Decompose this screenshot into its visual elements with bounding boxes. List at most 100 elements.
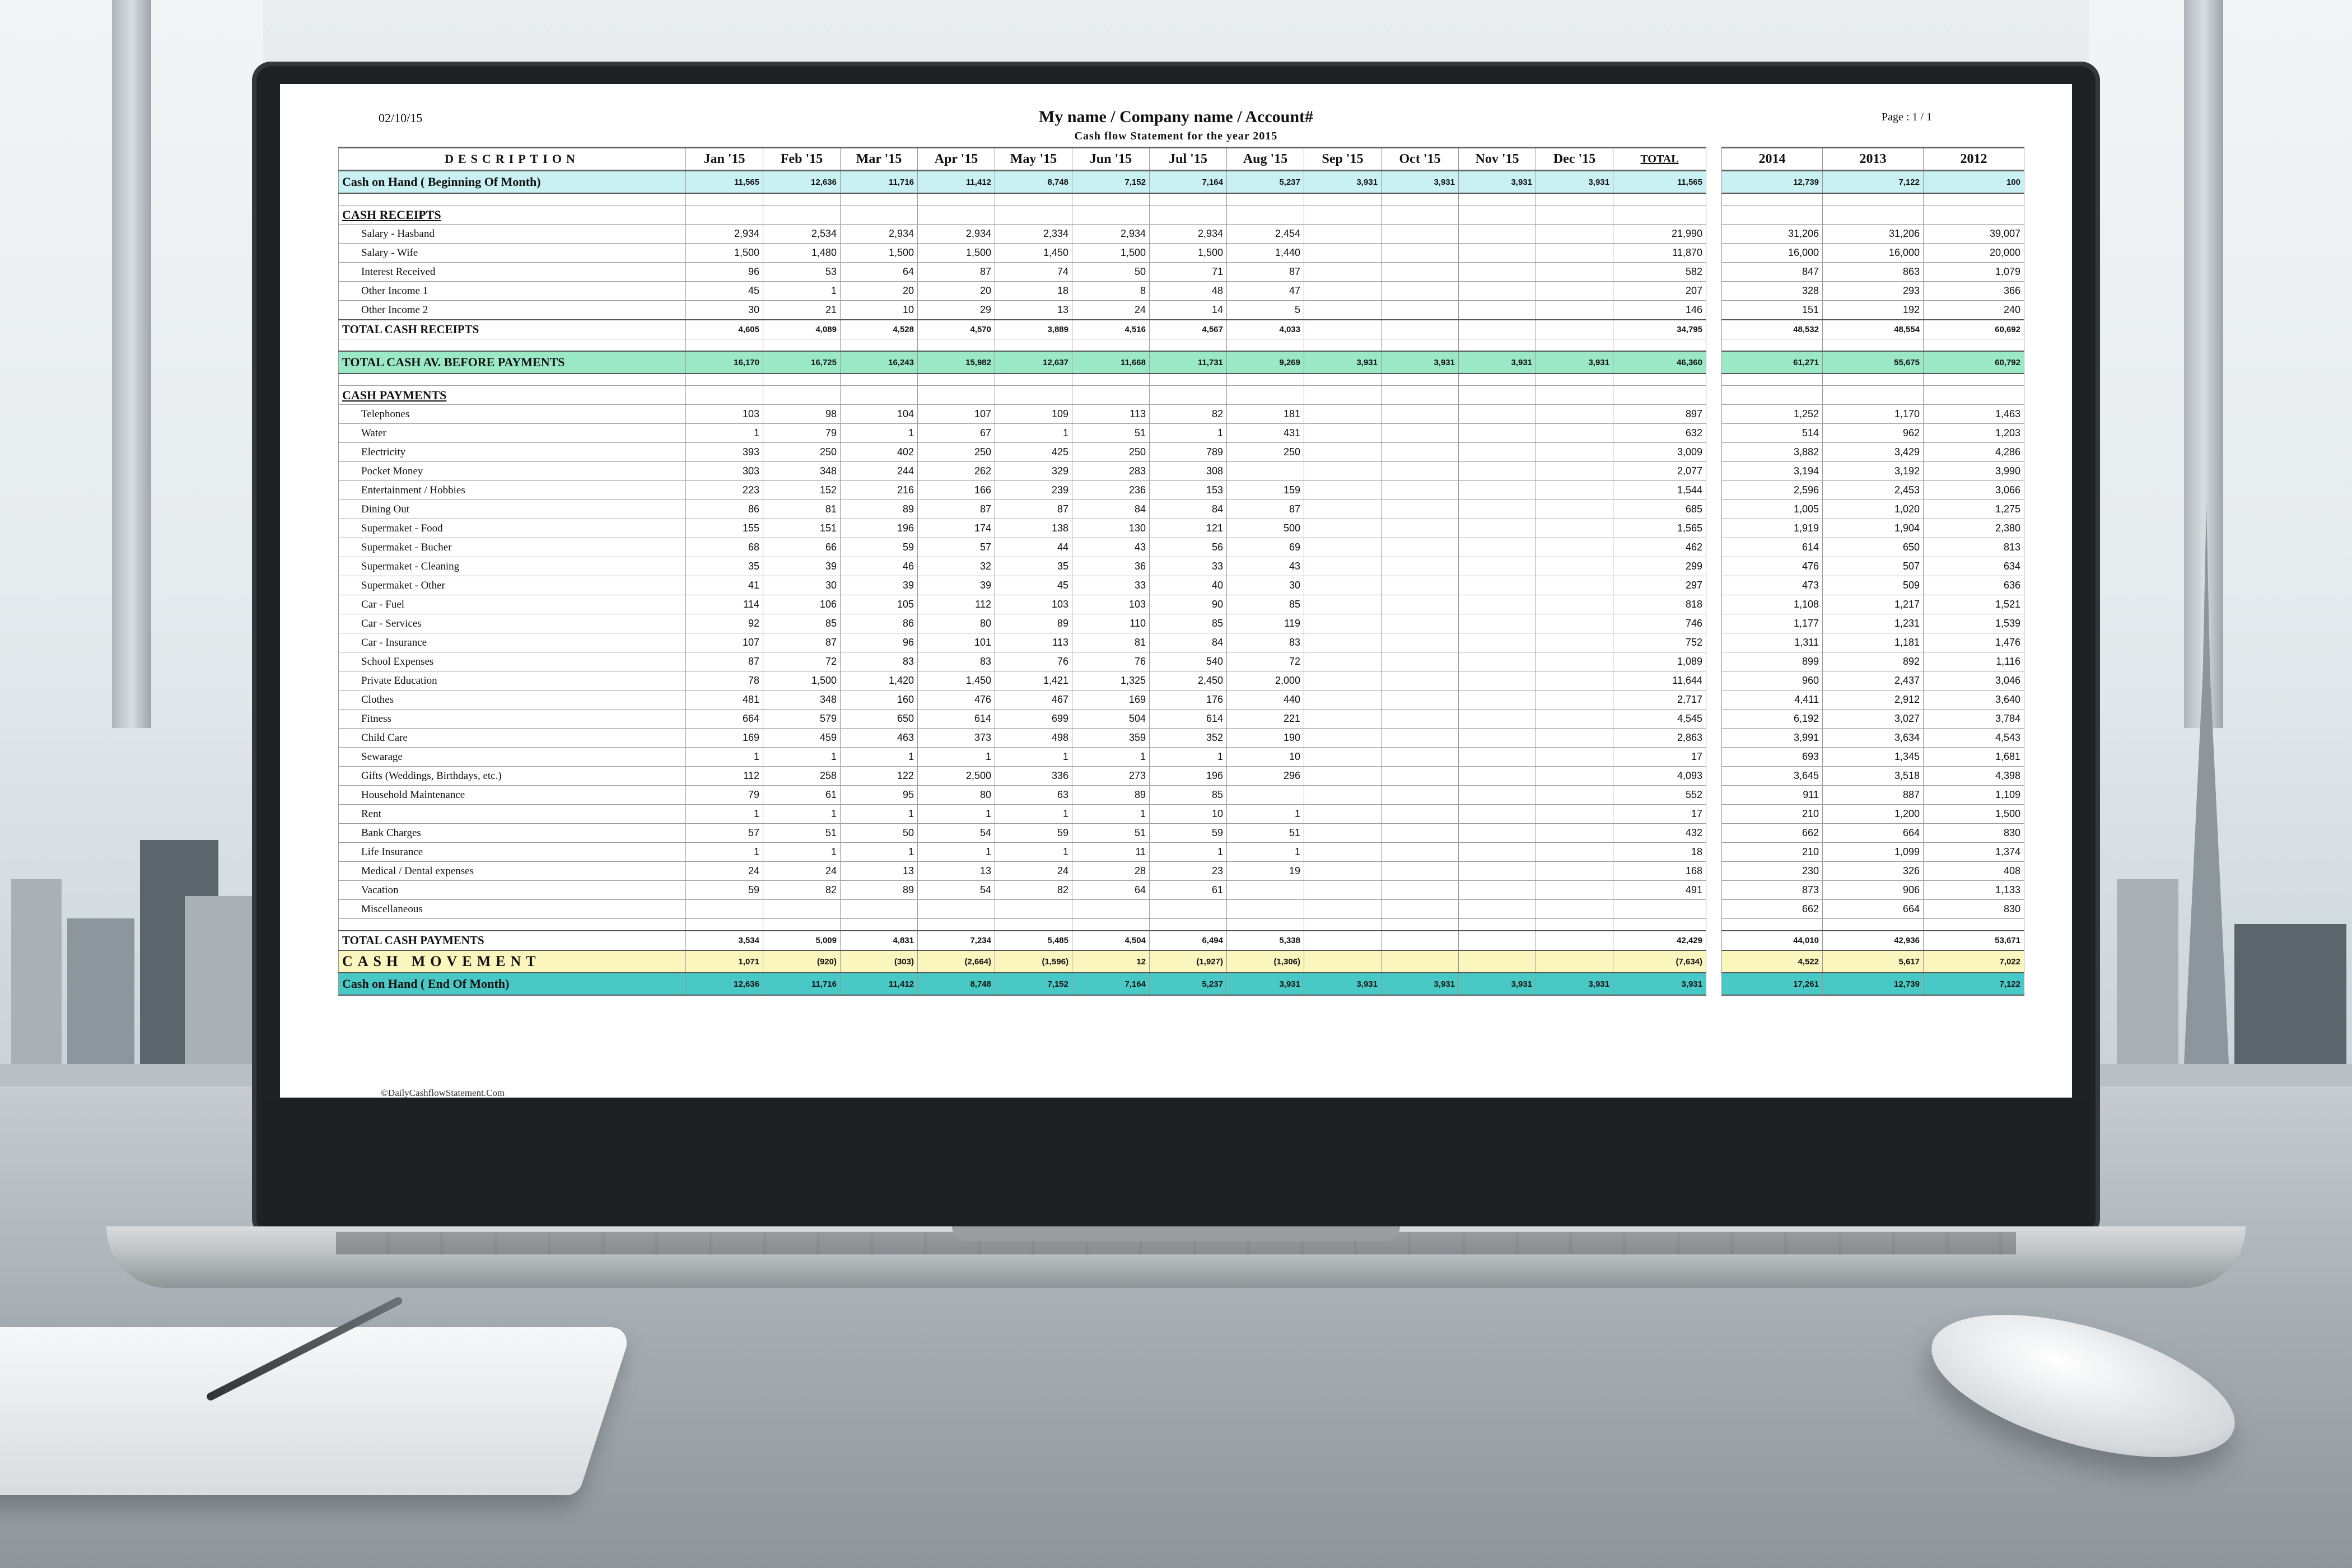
year-value-cell: 3,645 <box>1721 766 1823 786</box>
building <box>2234 924 2346 1064</box>
total-value-cell: 17 <box>1613 747 1706 767</box>
year-value-cell: 1,476 <box>1923 633 2024 652</box>
month-value-cell: 431 <box>1226 423 1304 443</box>
month-value-cell: 41 <box>685 576 763 595</box>
month-value-cell <box>1381 823 1459 843</box>
section-label: CASH RECEIPTS <box>338 205 686 225</box>
year-value-cell: 1,109 <box>1923 785 2024 805</box>
column-gap <box>1706 205 1722 225</box>
spacer-cell <box>1304 339 1382 352</box>
year-value-cell: 892 <box>1822 652 1924 671</box>
month-value-cell: 11,731 <box>1149 351 1227 374</box>
month-value-cell <box>1304 671 1382 690</box>
spacer-cell <box>1381 918 1459 931</box>
row-label: Private Education <box>338 671 686 690</box>
total-value-cell: 462 <box>1613 538 1706 557</box>
month-value-cell: 481 <box>685 690 763 710</box>
month-value-cell: 1 <box>763 842 841 862</box>
month-value-cell: 221 <box>1226 709 1304 729</box>
month-value-cell: 2,454 <box>1226 224 1304 244</box>
month-value-cell: 83 <box>917 652 995 671</box>
month-value-cell <box>1536 671 1613 690</box>
empty-cell <box>763 385 841 405</box>
month-value-cell: 273 <box>1072 766 1150 786</box>
year-value-cell: 514 <box>1721 423 1823 443</box>
empty-cell <box>995 205 1072 225</box>
cash-flow-document: 02/10/15 My name / Company name / Accoun… <box>280 84 2072 1098</box>
row-label: Pocket Money <box>338 461 686 481</box>
month-value-cell: 176 <box>1149 690 1227 710</box>
month-value-cell <box>1536 500 1613 519</box>
month-value-cell: 1,500 <box>1072 243 1150 263</box>
spacer-cell <box>338 918 686 931</box>
year-value-cell: 664 <box>1822 823 1924 843</box>
month-value-cell <box>1381 319 1459 339</box>
row-label: Salary - Hasband <box>338 224 686 244</box>
spacer-cell <box>1923 918 2024 931</box>
month-value-cell: 24 <box>685 861 763 881</box>
month-value-cell <box>1381 747 1459 767</box>
month-value-cell <box>1381 709 1459 729</box>
month-value-cell: 3,931 <box>1536 170 1613 194</box>
month-value-cell <box>1304 804 1382 824</box>
month-value-cell: 2,934 <box>685 224 763 244</box>
month-value-cell: 373 <box>917 728 995 748</box>
month-value-cell: 84 <box>1149 500 1227 519</box>
month-value-cell: 223 <box>685 480 763 500</box>
year-value-cell: 1,108 <box>1721 595 1823 614</box>
month-value-cell: 113 <box>995 633 1072 652</box>
month-value-cell <box>1381 766 1459 786</box>
month-value-cell: 98 <box>763 404 841 424</box>
spacer-cell <box>917 373 995 386</box>
empty-cell <box>685 385 763 405</box>
row-label: Telephones <box>338 404 686 424</box>
row-label: Electricity <box>338 442 686 462</box>
month-value-cell: 1 <box>995 842 1072 862</box>
month-value-cell <box>1536 423 1613 443</box>
column-gap <box>1706 519 1722 538</box>
month-value-cell: 174 <box>917 519 995 538</box>
spacer-cell <box>1613 373 1706 386</box>
month-value-cell <box>1458 614 1536 633</box>
month-value-cell <box>1304 300 1382 320</box>
month-value-cell: 250 <box>917 442 995 462</box>
month-value-cell: 29 <box>917 300 995 320</box>
month-value-cell <box>1304 950 1382 973</box>
month-value-cell <box>1381 785 1459 805</box>
spacer-cell <box>840 373 918 386</box>
spacer-cell <box>917 193 995 206</box>
month-value-cell: 1 <box>763 747 841 767</box>
spacer-cell <box>1149 918 1227 931</box>
month-value-cell: 68 <box>685 538 763 557</box>
year-value-cell: 1,275 <box>1923 500 2024 519</box>
month-value-cell: 12 <box>1072 950 1150 973</box>
spacer-cell <box>1226 193 1304 206</box>
month-value-cell <box>1381 224 1459 244</box>
row-label: Miscellaneous <box>338 899 686 919</box>
month-value-cell <box>763 899 841 919</box>
column-gap <box>1706 500 1722 519</box>
month-value-cell <box>1304 423 1382 443</box>
table-row: Bank Charges 57 51 50 54 59 51 59 51 432 662 664 830 <box>338 823 2024 843</box>
empty-cell <box>1226 205 1304 225</box>
total-value-cell: 34,795 <box>1613 319 1706 339</box>
empty-cell <box>1304 205 1382 225</box>
month-value-cell: (1,306) <box>1226 950 1304 973</box>
spacer-cell <box>1458 373 1536 386</box>
column-gap <box>1706 538 1722 557</box>
month-value-cell <box>1458 690 1536 710</box>
month-value-cell: 3,931 <box>1304 170 1382 194</box>
summary-row: Cash on Hand ( End Of Month) 12,636 11,716… <box>338 972 2024 996</box>
month-value-cell: 1 <box>1226 804 1304 824</box>
month-value-cell <box>1304 690 1382 710</box>
month-value-cell: 51 <box>763 823 841 843</box>
table-row: Dining Out 86 81 89 87 87 84 84 87 685 1,005 1,020 1… <box>338 500 2024 519</box>
month-value-cell <box>685 899 763 919</box>
year-value-cell: 2,912 <box>1822 690 1924 710</box>
month-value-cell: 160 <box>840 690 918 710</box>
month-value-cell <box>1304 319 1382 339</box>
month-value-cell: 1,500 <box>840 243 918 263</box>
spacer-cell <box>995 339 1072 352</box>
month-value-cell: 4,516 <box>1072 319 1150 339</box>
row-label: Entertainment / Hobbies <box>338 480 686 500</box>
